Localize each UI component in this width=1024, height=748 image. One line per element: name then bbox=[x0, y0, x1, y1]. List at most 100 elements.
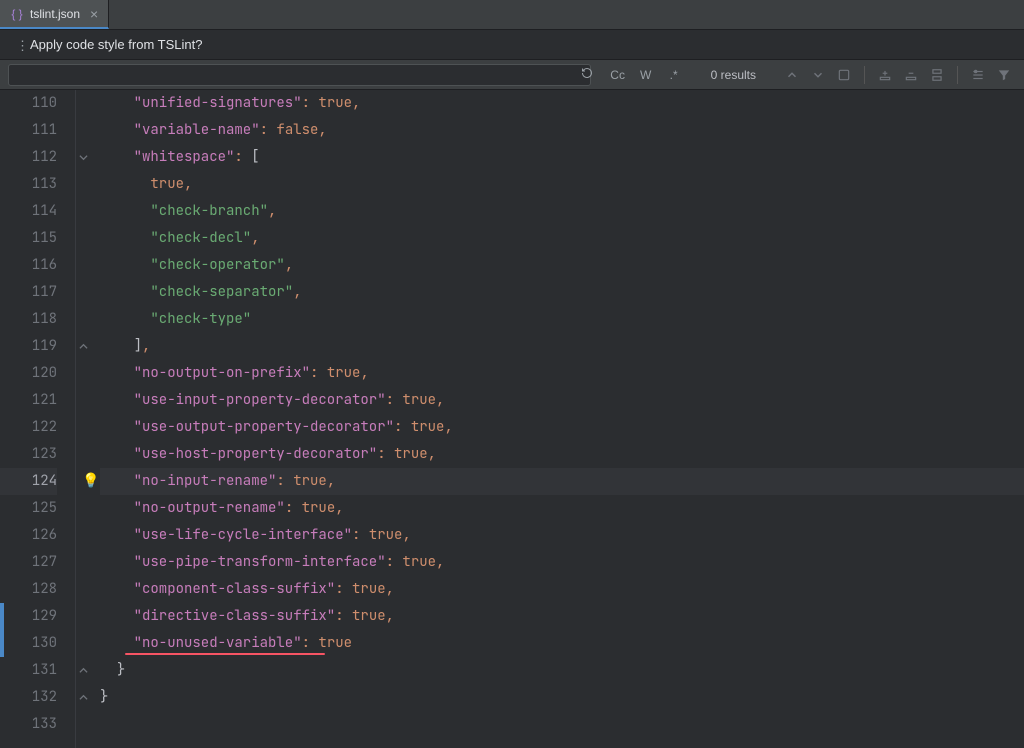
token-str: "check-operator" bbox=[150, 256, 284, 274]
token-punc: : bbox=[386, 553, 403, 571]
editor[interactable]: 1101111121131141151161171181191201211221… bbox=[0, 90, 1024, 748]
token-key: "use-input-property-decorator" bbox=[134, 391, 386, 409]
code-line[interactable]: "directive-class-suffix": true, bbox=[100, 603, 1024, 630]
code-line[interactable]: "check-separator", bbox=[100, 279, 1024, 306]
token-kw: false bbox=[276, 121, 318, 139]
token-punc: , bbox=[285, 256, 293, 274]
drag-handle-icon: ⋮ bbox=[16, 38, 20, 52]
error-underline bbox=[125, 653, 325, 655]
code-line[interactable]: "use-input-property-decorator": true, bbox=[100, 387, 1024, 414]
line-number: 113 bbox=[0, 171, 57, 198]
code-line[interactable]: "check-decl", bbox=[100, 225, 1024, 252]
token-punc: , bbox=[327, 472, 335, 490]
previous-search-icon[interactable] bbox=[581, 67, 593, 83]
token-key: "use-life-cycle-interface" bbox=[134, 526, 352, 544]
line-number: 124 bbox=[0, 468, 57, 495]
file-tab[interactable]: { } tslint.json × bbox=[0, 0, 109, 29]
token-punc: : bbox=[335, 607, 352, 625]
line-number: 131 bbox=[0, 657, 57, 684]
line-number: 123 bbox=[0, 441, 57, 468]
token-punc: , bbox=[184, 175, 192, 193]
token-kw: true bbox=[302, 499, 336, 517]
token-punc: : bbox=[352, 526, 369, 544]
match-case-toggle[interactable]: Cc bbox=[605, 64, 631, 86]
token-punc: , bbox=[360, 364, 368, 382]
token-bracket: ] bbox=[134, 337, 142, 355]
notification-bar[interactable]: ⋮ Apply code style from TSLint? bbox=[0, 30, 1024, 60]
code-area[interactable]: "unified-signatures": true, "variable-na… bbox=[92, 90, 1024, 748]
token-kw: true bbox=[402, 391, 436, 409]
line-number: 110 bbox=[0, 90, 57, 117]
token-key: "directive-class-suffix" bbox=[134, 607, 336, 625]
words-toggle[interactable]: W bbox=[633, 64, 659, 86]
token-punc: , bbox=[335, 499, 343, 517]
line-number: 114 bbox=[0, 198, 57, 225]
token-punc: , bbox=[428, 445, 436, 463]
token-key: "use-pipe-transform-interface" bbox=[134, 553, 386, 571]
code-line[interactable]: "use-life-cycle-interface": true, bbox=[100, 522, 1024, 549]
code-line[interactable]: "check-type" bbox=[100, 306, 1024, 333]
notification-text: Apply code style from TSLint? bbox=[30, 37, 202, 52]
token-kw: true bbox=[293, 472, 327, 490]
token-bracket: } bbox=[117, 661, 125, 679]
token-punc: , bbox=[436, 391, 444, 409]
line-number: 112 bbox=[0, 144, 57, 171]
line-number: 130 bbox=[0, 630, 57, 657]
code-line[interactable]: } bbox=[100, 684, 1024, 711]
code-line[interactable]: "check-branch", bbox=[100, 198, 1024, 225]
token-punc: , bbox=[142, 337, 150, 355]
regex-toggle[interactable]: .* bbox=[661, 64, 687, 86]
line-number: 125 bbox=[0, 495, 57, 522]
token-punc: , bbox=[386, 607, 394, 625]
code-line[interactable]: "check-operator", bbox=[100, 252, 1024, 279]
token-kw: true bbox=[352, 580, 386, 598]
token-kw: true bbox=[411, 418, 445, 436]
code-line[interactable]: "whitespace": [ bbox=[100, 144, 1024, 171]
token-kw: true bbox=[318, 634, 352, 652]
remove-selection-button[interactable] bbox=[899, 64, 923, 86]
find-settings-button[interactable] bbox=[966, 64, 990, 86]
separator bbox=[957, 66, 958, 84]
code-line[interactable]: } bbox=[100, 657, 1024, 684]
token-punc: , bbox=[251, 229, 259, 247]
line-number: 129 bbox=[0, 603, 57, 630]
filter-button[interactable] bbox=[992, 64, 1016, 86]
line-number: 133 bbox=[0, 711, 57, 738]
code-line[interactable]: "variable-name": false, bbox=[100, 117, 1024, 144]
code-line[interactable]: "no-unused-variable": true bbox=[100, 630, 1024, 657]
token-str: "check-type" bbox=[150, 310, 251, 328]
token-kw: true bbox=[318, 94, 352, 112]
token-punc: , bbox=[436, 553, 444, 571]
line-number: 122 bbox=[0, 414, 57, 441]
token-str: "check-separator" bbox=[150, 283, 293, 301]
intention-bulb-icon[interactable]: 💡 bbox=[82, 468, 99, 495]
token-kw: true bbox=[150, 175, 184, 193]
line-number-gutter: 1101111121131141151161171181191201211221… bbox=[0, 90, 76, 748]
token-kw: true bbox=[402, 553, 436, 571]
find-input[interactable] bbox=[8, 64, 591, 86]
select-all-button[interactable] bbox=[925, 64, 949, 86]
code-line[interactable]: "unified-signatures": true, bbox=[100, 90, 1024, 117]
prev-match-button[interactable] bbox=[780, 64, 804, 86]
code-line[interactable]: "component-class-suffix": true, bbox=[100, 576, 1024, 603]
fold-column[interactable] bbox=[76, 90, 92, 748]
code-line[interactable]: "use-pipe-transform-interface": true, bbox=[100, 549, 1024, 576]
code-line[interactable] bbox=[100, 711, 1024, 738]
token-kw: true bbox=[369, 526, 403, 544]
code-line[interactable]: "use-output-property-decorator": true, bbox=[100, 414, 1024, 441]
code-line[interactable]: ], bbox=[100, 333, 1024, 360]
token-kw: true bbox=[394, 445, 428, 463]
line-number: 115 bbox=[0, 225, 57, 252]
token-punc: : bbox=[335, 580, 352, 598]
close-icon[interactable]: × bbox=[86, 6, 98, 22]
select-all-occurrences-button[interactable] bbox=[832, 64, 856, 86]
code-line[interactable]: "no-output-rename": true, bbox=[100, 495, 1024, 522]
code-line[interactable]: "no-output-on-prefix": true, bbox=[100, 360, 1024, 387]
code-line[interactable]: 💡 "no-input-rename": true, bbox=[100, 468, 1024, 495]
code-line[interactable]: true, bbox=[100, 171, 1024, 198]
token-punc: : bbox=[276, 472, 293, 490]
code-line[interactable]: "use-host-property-decorator": true, bbox=[100, 441, 1024, 468]
next-match-button[interactable] bbox=[806, 64, 830, 86]
add-selection-button[interactable] bbox=[873, 64, 897, 86]
find-bar: ▾ Cc W .* 0 results bbox=[0, 60, 1024, 90]
